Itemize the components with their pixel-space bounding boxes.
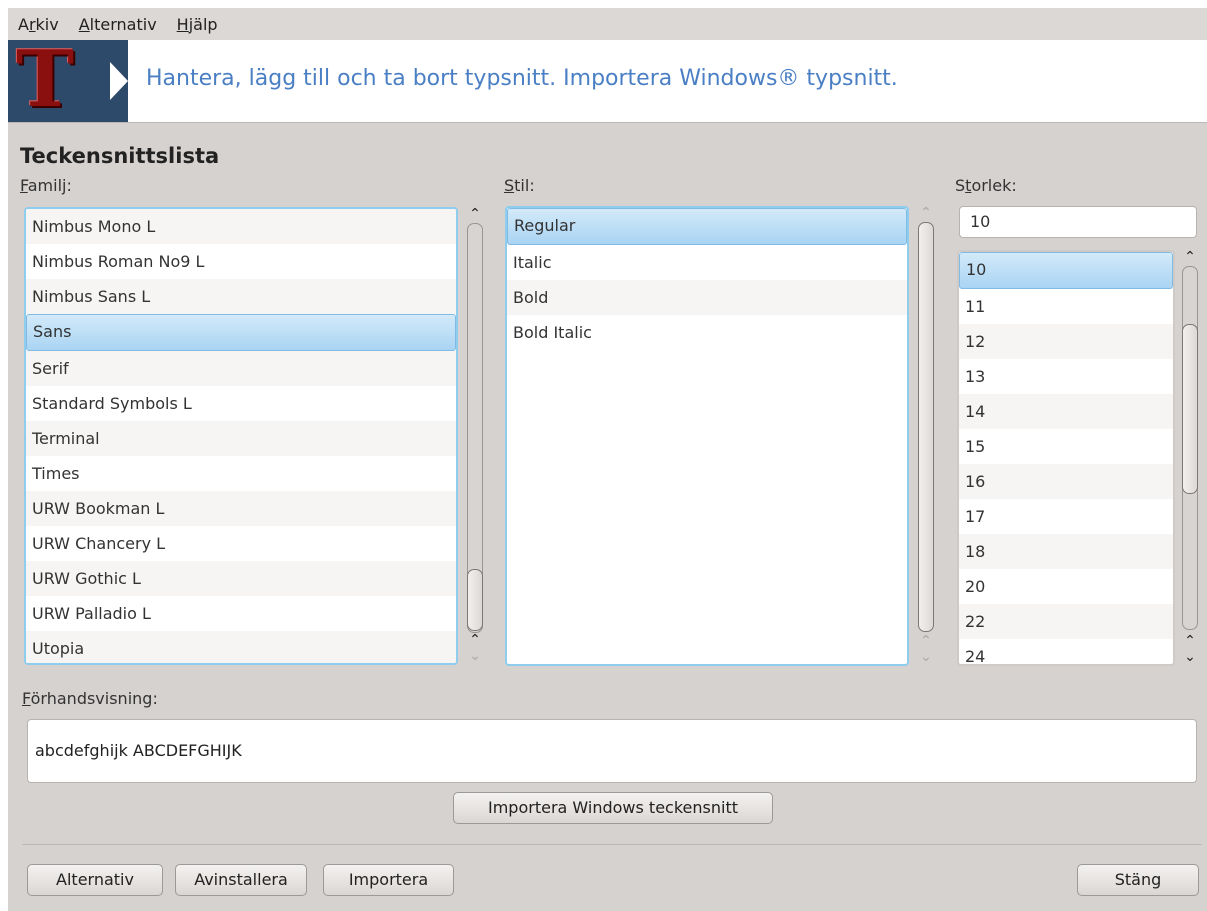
size-list-item[interactable]: 16 [959,464,1173,499]
size-list[interactable]: 10 11 12 13 14 15 16 17 18 20 22 24 [957,250,1175,666]
menu-hjalp[interactable]: Hjälp [167,15,228,34]
family-list-item[interactable]: Standard Symbols L [26,386,456,421]
app-logo-icon: T [8,40,110,122]
preview-box: abcdefghijk ABCDEFGHIJK [27,719,1197,783]
uninstall-button[interactable]: Avinstallera [175,864,307,896]
scroll-down-icon[interactable]: ⌄ [464,649,486,663]
family-list-item[interactable]: Times [26,456,456,491]
scroll-up-icon[interactable]: ⌃ [915,634,937,648]
logo-letter: T [16,40,75,122]
size-scrollbar[interactable]: ⌃ ⌃ ⌄ [1179,250,1201,668]
options-button[interactable]: Alternativ [27,864,163,896]
import-button[interactable]: Importera [323,864,454,896]
size-list-item[interactable]: 18 [959,534,1173,569]
size-list-item[interactable]: 12 [959,324,1173,359]
menu-alternativ[interactable]: Alternativ [69,15,167,34]
family-label: Familj: [20,176,72,195]
scroll-down-icon[interactable]: ⌄ [915,650,937,664]
family-list-item[interactable]: URW Bookman L [26,491,456,526]
close-button[interactable]: Stäng [1077,864,1199,896]
family-list-item[interactable]: Nimbus Mono L [26,209,456,244]
separator [22,844,1202,845]
size-list-item[interactable]: 24 [959,639,1173,664]
logo-chevron-cut [110,62,128,100]
size-list-item[interactable]: 15 [959,429,1173,464]
scroll-thumb[interactable] [918,222,934,632]
section-title: Teckensnittslista [20,144,220,168]
style-list-item[interactable]: Regular [507,208,907,245]
menubar: Arkiv Alternativ Hjälp [8,8,1207,40]
scroll-up-icon[interactable]: ⌃ [1179,250,1201,264]
style-list-item[interactable]: Italic [507,245,907,280]
family-list[interactable]: Nimbus Mono L Nimbus Roman No9 L Nimbus Sa… [24,207,458,665]
scroll-thumb[interactable] [467,569,483,631]
family-list-item[interactable]: URW Chancery L [26,526,456,561]
style-scrollbar[interactable]: ⌃ ⌃ ⌄ [915,206,937,666]
font-manager-window: Arkiv Alternativ Hjälp T Hantera, lägg t… [8,8,1207,911]
size-list-item[interactable]: 14 [959,394,1173,429]
family-scrollbar[interactable]: ⌃ ⌃ ⌄ [464,207,486,667]
size-list-item[interactable]: 17 [959,499,1173,534]
size-label: Storlek: [955,176,1017,195]
scroll-down-icon[interactable]: ⌄ [1179,650,1201,664]
scroll-up-icon[interactable]: ⌃ [464,207,486,221]
family-list-item[interactable]: URW Palladio L [26,596,456,631]
family-list-item[interactable]: Sans [26,314,456,351]
size-list-item[interactable]: 10 [959,252,1173,289]
header-banner: T Hantera, lägg till och ta bort typsnit… [8,40,1207,123]
size-list-item[interactable]: 11 [959,289,1173,324]
style-list-item[interactable]: Bold [507,280,907,315]
scroll-up-icon[interactable]: ⌃ [1179,634,1201,648]
family-list-item[interactable]: Nimbus Sans L [26,279,456,314]
family-list-item[interactable]: Terminal [26,421,456,456]
size-list-item[interactable]: 20 [959,569,1173,604]
style-list[interactable]: Regular Italic Bold Bold Italic [505,206,909,666]
size-input[interactable]: 10 [959,206,1197,238]
family-list-item[interactable]: Serif [26,351,456,386]
scroll-up-icon[interactable]: ⌃ [915,206,937,220]
banner-text: Hantera, lägg till och ta bort typsnitt.… [146,66,898,91]
style-label: Stil: [504,176,535,195]
scroll-up-icon[interactable]: ⌃ [464,633,486,647]
family-list-item[interactable]: Utopia [26,631,456,663]
style-list-item[interactable]: Bold Italic [507,315,907,350]
import-windows-fonts-button[interactable]: Importera Windows teckensnitt [453,792,773,824]
size-list-item[interactable]: 13 [959,359,1173,394]
scroll-thumb[interactable] [1182,324,1198,494]
family-list-item[interactable]: URW Gothic L [26,561,456,596]
size-list-item[interactable]: 22 [959,604,1173,639]
preview-label: Förhandsvisning: [22,689,158,708]
family-list-item[interactable]: Nimbus Roman No9 L [26,244,456,279]
menu-arkiv[interactable]: Arkiv [8,15,69,34]
